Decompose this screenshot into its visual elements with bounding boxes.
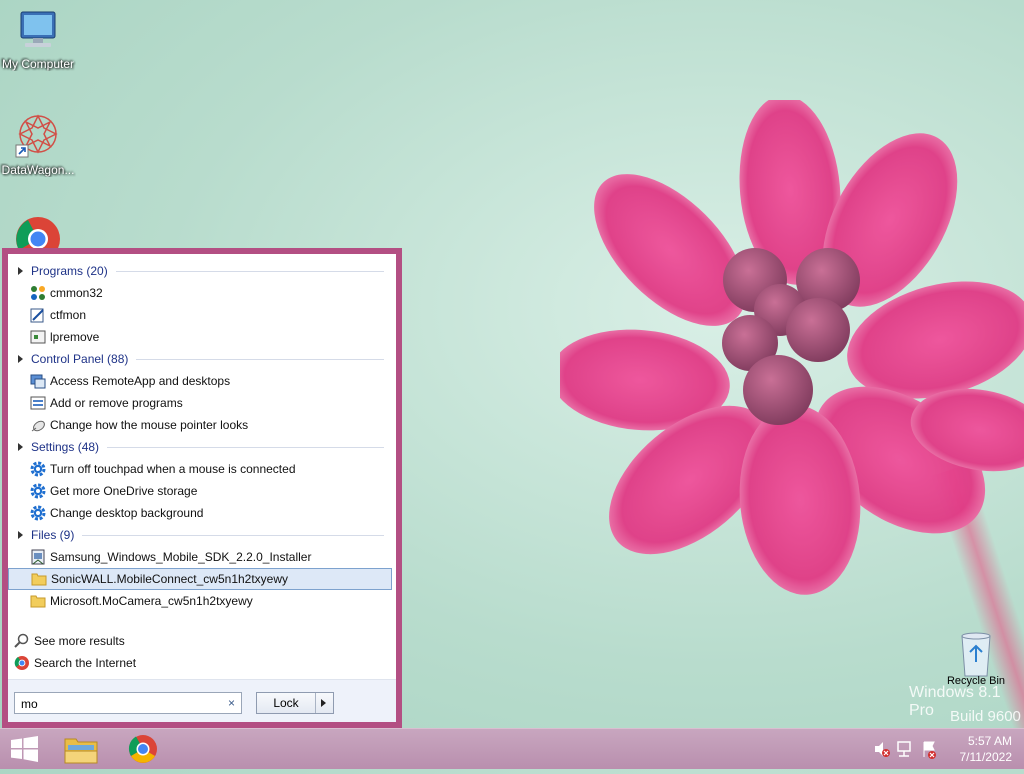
start-menu-links: See more results Search the Internet bbox=[8, 630, 396, 674]
result-item-touchpad[interactable]: Turn off touchpad when a mouse is connec… bbox=[8, 458, 392, 480]
desktop-icon-my-computer[interactable]: My Computer bbox=[0, 10, 76, 71]
see-more-label: See more results bbox=[34, 634, 125, 648]
start-menu-panel: Programs (20) cmmon32 ctfmon lpremove Co… bbox=[8, 254, 396, 722]
chrome-icon bbox=[14, 656, 29, 670]
group-header-control-panel[interactable]: Control Panel (88) bbox=[8, 348, 396, 370]
result-item-samsung-sdk[interactable]: Samsung_Windows_Mobile_SDK_2.2.0_Install… bbox=[8, 546, 392, 568]
divider bbox=[82, 534, 384, 536]
divider bbox=[107, 446, 384, 448]
group-header-files[interactable]: Files (9) bbox=[8, 524, 396, 546]
result-item-ctfmon[interactable]: ctfmon bbox=[8, 304, 392, 326]
gear-icon bbox=[30, 483, 46, 499]
my-computer-icon bbox=[20, 11, 56, 47]
result-item-lpremove[interactable]: lpremove bbox=[8, 326, 392, 348]
system-tray bbox=[872, 729, 942, 769]
start-button[interactable] bbox=[0, 731, 50, 767]
result-label: Change desktop background bbox=[50, 506, 204, 520]
desktop-icon-datawagon[interactable]: DataWagon... bbox=[0, 112, 76, 177]
recycle-bin-icon bbox=[961, 632, 991, 677]
result-label: ctfmon bbox=[50, 308, 87, 322]
file-explorer-icon bbox=[64, 738, 98, 764]
desktop-icon-label: My Computer bbox=[1, 57, 75, 71]
tray-icons bbox=[875, 741, 936, 759]
action-center-icon bbox=[923, 741, 936, 759]
folder-icon bbox=[30, 595, 46, 608]
datawagon-icon bbox=[15, 114, 58, 158]
power-options-arrow-icon[interactable] bbox=[321, 699, 326, 707]
group-title: Programs (20) bbox=[31, 264, 108, 278]
chrome-icon bbox=[16, 217, 60, 261]
result-label: Microsoft.MoCamera_cw5n1h2txyewy bbox=[50, 594, 253, 608]
search-internet-link[interactable]: Search the Internet bbox=[8, 652, 396, 674]
divider bbox=[315, 693, 316, 713]
divider bbox=[115, 270, 384, 272]
result-label: Access RemoteApp and desktops bbox=[50, 374, 231, 388]
search-bar: × Lock bbox=[8, 679, 396, 722]
start-icon bbox=[11, 736, 38, 762]
search-box: × bbox=[14, 692, 242, 714]
group-header-settings[interactable]: Settings (48) bbox=[8, 436, 396, 458]
lock-button[interactable]: Lock bbox=[256, 692, 334, 714]
ctfmon-icon bbox=[30, 308, 44, 323]
result-label: Get more OneDrive storage bbox=[50, 484, 198, 498]
group-title: Control Panel (88) bbox=[31, 352, 129, 366]
clock-date: 7/11/2022 bbox=[959, 750, 1013, 764]
search-input[interactable] bbox=[19, 694, 223, 714]
result-label: SonicWALL.MobileConnect_cw5n1h2txyewy bbox=[51, 572, 289, 586]
expand-arrow-icon bbox=[18, 531, 23, 539]
desktop-icon-recycle-bin[interactable]: Recycle Bin bbox=[940, 630, 1012, 687]
start-menu: Programs (20) cmmon32 ctfmon lpremove Co… bbox=[2, 248, 402, 728]
lpremove-icon bbox=[30, 330, 46, 344]
installer-icon bbox=[31, 549, 45, 565]
programs-icon bbox=[30, 396, 46, 410]
result-item-sonicwall[interactable]: SonicWALL.MobileConnect_cw5n1h2txyewy bbox=[8, 568, 392, 590]
wallpaper-flower bbox=[560, 100, 1024, 595]
search-internet-label: Search the Internet bbox=[34, 656, 137, 670]
search-icon bbox=[14, 633, 29, 648]
result-label: Turn off touchpad when a mouse is connec… bbox=[50, 462, 296, 476]
watermark-build: Build 9600 bbox=[950, 708, 1021, 725]
desktop-icon-chrome[interactable] bbox=[10, 214, 66, 261]
taskbar: 5:57 AM 7/11/2022 bbox=[0, 728, 1024, 769]
result-item-mouse-pointer[interactable]: Change how the mouse pointer looks bbox=[8, 414, 392, 436]
chrome-icon bbox=[128, 735, 157, 763]
expand-arrow-icon bbox=[18, 267, 23, 275]
result-item-add-remove-programs[interactable]: Add or remove programs bbox=[8, 392, 392, 414]
clear-search-button[interactable]: × bbox=[228, 696, 235, 710]
clock-time: 5:57 AM bbox=[967, 734, 1012, 748]
result-label: Samsung_Windows_Mobile_SDK_2.2.0_Install… bbox=[50, 550, 312, 564]
result-label: Change how the mouse pointer looks bbox=[50, 418, 249, 432]
result-item-desktop-background[interactable]: Change desktop background bbox=[8, 502, 392, 524]
desktop-icon-label: DataWagon... bbox=[1, 163, 75, 177]
volume-muted-icon bbox=[875, 742, 890, 757]
group-title: Files (9) bbox=[31, 528, 75, 542]
result-item-onedrive[interactable]: Get more OneDrive storage bbox=[8, 480, 392, 502]
result-item-cmmon32[interactable]: cmmon32 bbox=[8, 282, 392, 304]
see-more-results-link[interactable]: See more results bbox=[8, 630, 396, 652]
taskbar-chrome[interactable] bbox=[118, 731, 168, 767]
divider bbox=[136, 358, 384, 360]
gear-icon bbox=[30, 505, 46, 521]
network-icon bbox=[897, 741, 911, 757]
group-title: Settings (48) bbox=[31, 440, 100, 454]
result-label: Add or remove programs bbox=[50, 396, 183, 410]
remoteapp-icon bbox=[30, 374, 46, 389]
gear-icon bbox=[30, 461, 46, 477]
result-label: cmmon32 bbox=[50, 286, 103, 300]
folder-icon bbox=[31, 573, 47, 586]
taskbar-file-explorer[interactable] bbox=[56, 731, 106, 767]
mouse-icon bbox=[31, 420, 45, 432]
taskbar-clock[interactable]: 5:57 AM 7/11/2022 bbox=[960, 733, 1013, 765]
group-header-programs[interactable]: Programs (20) bbox=[8, 260, 396, 282]
result-label: lpremove bbox=[50, 330, 100, 344]
lock-button-label: Lock bbox=[273, 696, 299, 710]
result-item-mocamera[interactable]: Microsoft.MoCamera_cw5n1h2txyewy bbox=[8, 590, 392, 612]
expand-arrow-icon bbox=[18, 355, 23, 363]
expand-arrow-icon bbox=[18, 443, 23, 451]
search-results: Programs (20) cmmon32 ctfmon lpremove Co… bbox=[8, 260, 396, 612]
cmmon32-icon bbox=[31, 286, 45, 300]
desktop-icon-label: Recycle Bin bbox=[946, 675, 1006, 687]
result-item-remoteapp[interactable]: Access RemoteApp and desktops bbox=[8, 370, 392, 392]
